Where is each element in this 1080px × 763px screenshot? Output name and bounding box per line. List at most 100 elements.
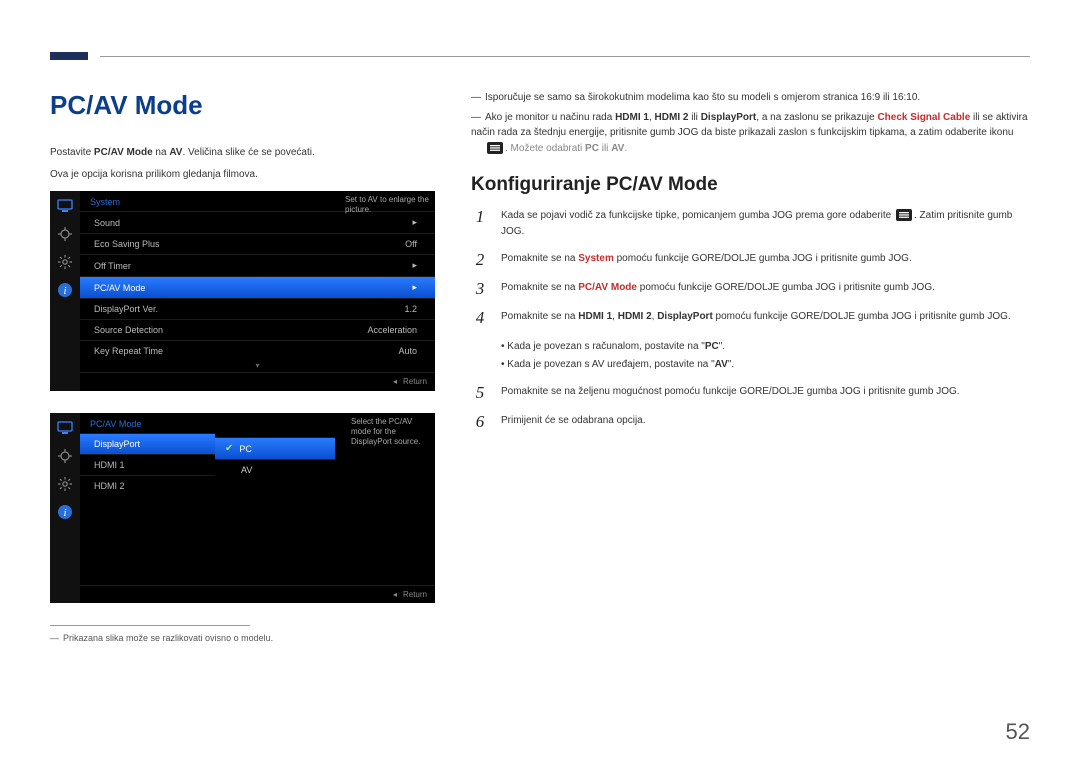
step-text: Kada se pojavi vodič za funkcijske tipke…: [501, 208, 1030, 239]
osd-row-value: Off: [405, 239, 417, 249]
text: pomoću funkcije GORE/DOLJE gumba JOG i p…: [637, 282, 935, 293]
gear-icon: [56, 475, 74, 493]
info-icon: i: [56, 281, 74, 299]
step-number: 2: [471, 251, 489, 268]
sub-bullets: Kada je povezan s računalom, postavite n…: [501, 338, 1030, 374]
note-2-line2: . Možete odabrati PC ili AV.: [485, 141, 1030, 157]
text: ili: [688, 112, 700, 123]
osd-row-value: Acceleration: [367, 325, 417, 335]
osd-row-displayport: DisplayPort: [80, 433, 215, 454]
osd-row-pcav: PC/AV Mode ▸: [80, 276, 435, 298]
gear-icon: [56, 253, 74, 271]
svg-text:i: i: [63, 507, 66, 519]
svg-text:i: i: [63, 285, 66, 297]
osd-option-av: AV: [215, 459, 335, 480]
text: Kada se pojavi vodič za funkcijske tipke…: [501, 210, 894, 221]
dash-icon: ―: [471, 112, 481, 123]
menu-icon: [487, 142, 503, 154]
monitor-icon: [56, 197, 74, 215]
osd-option-pc: ✔ PC: [215, 437, 335, 459]
text: , a na zaslonu se prikazuje: [756, 112, 877, 123]
text: Pomaknite se na: [501, 311, 578, 322]
osd-row-label: Eco Saving Plus: [94, 239, 160, 249]
bullet-pc: Kada je povezan s računalom, postavite n…: [501, 338, 1030, 356]
text: Pomaknite se na: [501, 282, 578, 293]
osd-option-label: PC: [239, 444, 252, 454]
text-bold: PC/AV Mode: [94, 147, 153, 158]
menu-icon: [896, 209, 912, 221]
intro-line-1: Postavite PC/AV Mode na AV. Veličina sli…: [50, 145, 435, 161]
osd-row-label: PC/AV Mode: [94, 283, 145, 293]
osd-tooltip: Select the PC/AV mode for the DisplayPor…: [351, 417, 431, 447]
dash-icon: ―: [471, 92, 481, 103]
osd-row-label: Off Timer: [94, 261, 131, 271]
bullet-av: Kada je povezan s AV uređajem, postavite…: [501, 356, 1030, 374]
target-icon: [56, 447, 74, 465]
target-icon: [56, 225, 74, 243]
note-2: ―Ako je monitor u načinu rada HDMI 1, HD…: [471, 110, 1030, 157]
osd-return-bar: ◂Return: [80, 585, 435, 603]
text-bold: AV: [169, 147, 182, 158]
osd-tooltip: Set to AV to enlarge the picture.: [345, 195, 431, 215]
step-number: 4: [471, 309, 489, 326]
text: Pomaknite se na: [501, 253, 578, 264]
osd-screenshot-pcav: i PC/AV Mode DisplayPort HDMI 1 HDMI 2: [50, 413, 435, 603]
osd-sidebar: i: [50, 413, 80, 603]
text-bold: DisplayPort: [701, 112, 757, 123]
osd-header: PC/AV Mode: [80, 413, 215, 433]
text-grey: ili: [599, 143, 611, 154]
step-1: 1 Kada se pojavi vodič za funkcijske tip…: [471, 208, 1030, 239]
text: ".: [719, 341, 725, 352]
text-grey-bold: AV: [611, 143, 624, 154]
page-title: PC/AV Mode: [50, 90, 435, 121]
header-rule: [100, 56, 1030, 57]
monitor-icon: [56, 419, 74, 437]
chevron-down-icon: ▾: [80, 361, 435, 372]
text-red-bold: PC/AV Mode: [578, 282, 637, 293]
step-text: Pomaknite se na PC/AV Mode pomoću funkci…: [501, 280, 1030, 296]
page-number: 52: [1006, 719, 1030, 745]
footnote-text: Prikazana slika može se razlikovati ovis…: [63, 633, 273, 643]
text-red-bold: System: [578, 253, 614, 264]
text-bold: HDMI 2: [655, 112, 689, 123]
text-bold: HDMI 1: [615, 112, 649, 123]
step-text: Primijenit će se odabrana opcija.: [501, 413, 1030, 429]
osd-row-keyrepeat: Key Repeat Time Auto: [80, 340, 435, 361]
step-4: 4 Pomaknite se na HDMI 1, HDMI 2, Displa…: [471, 309, 1030, 326]
osd-row-label: HDMI 1: [94, 460, 125, 470]
osd-option-label: AV: [241, 465, 252, 475]
text-bold: HDMI 2: [618, 311, 652, 322]
osd-row-sourcedet: Source Detection Acceleration: [80, 319, 435, 340]
chevron-right-icon: ▸: [412, 260, 417, 271]
intro-line-2: Ova je opcija korisna prilikom gledanja …: [50, 167, 435, 183]
osd-return-label: Return: [403, 377, 427, 386]
text: na: [153, 147, 170, 158]
text: Isporučuje se samo sa širokokutnim model…: [485, 92, 920, 103]
osd-row-value: Auto: [398, 346, 417, 356]
osd-row-label: Source Detection: [94, 325, 163, 335]
osd-row-label: HDMI 2: [94, 481, 125, 491]
check-icon: ✔: [225, 443, 233, 454]
text: Postavite: [50, 147, 94, 158]
dash-icon: ―: [50, 633, 59, 643]
osd-return-label: Return: [403, 590, 427, 599]
note-1: ― Isporučuje se samo sa širokokutnim mode…: [471, 90, 1030, 106]
step-text: Pomaknite se na HDMI 1, HDMI 2, DisplayP…: [501, 309, 1030, 325]
osd-row-label: DisplayPort: [94, 439, 140, 449]
step-text: Pomaknite se na željenu mogućnost pomoću…: [501, 384, 1030, 400]
text-bold: AV: [715, 359, 728, 370]
step-2: 2 Pomaknite se na System pomoću funkcije…: [471, 251, 1030, 268]
step-number: 1: [471, 208, 489, 225]
osd-row-dpver: DisplayPort Ver. 1.2: [80, 298, 435, 319]
step-6: 6 Primijenit će se odabrana opcija.: [471, 413, 1030, 430]
text: pomoću funkcije GORE/DOLJE gumba JOG i p…: [614, 253, 912, 264]
osd-row-label: Key Repeat Time: [94, 346, 163, 356]
footnote: ― Prikazana slika može se razlikovati ovi…: [50, 632, 435, 646]
step-3: 3 Pomaknite se na PC/AV Mode pomoću funk…: [471, 280, 1030, 297]
osd-sidebar: i: [50, 191, 80, 391]
info-icon: i: [56, 503, 74, 521]
text-bold: PC: [705, 341, 719, 352]
step-number: 5: [471, 384, 489, 401]
osd-screenshot-system: i System Set to AV to enlarge the pictur…: [50, 191, 435, 391]
text: Kada je povezan s računalom, postavite n…: [507, 341, 705, 352]
